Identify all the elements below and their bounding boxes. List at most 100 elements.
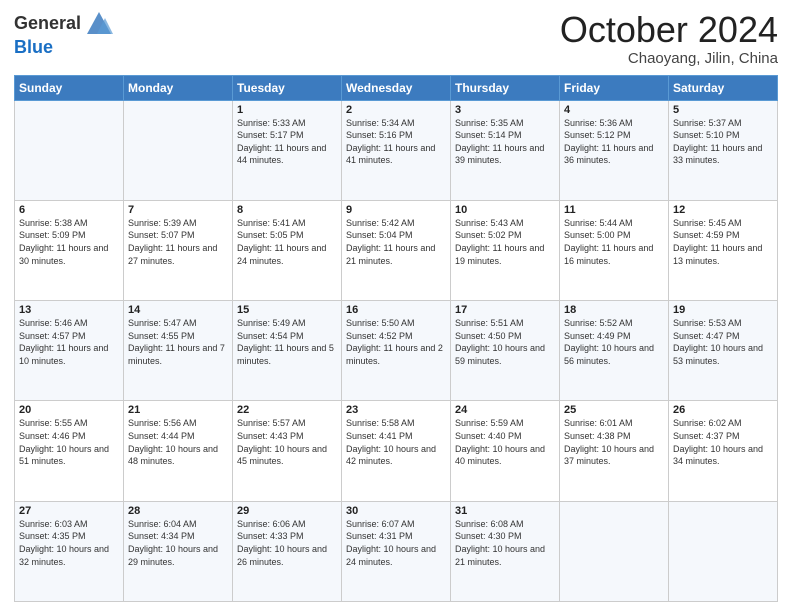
daylight-text: Daylight: 10 hours and 48 minutes.	[128, 444, 218, 467]
calendar-cell: 11 Sunrise: 5:44 AM Sunset: 5:00 PM Dayl…	[560, 200, 669, 300]
sunrise-text: Sunrise: 5:37 AM	[673, 118, 742, 128]
calendar-cell: 13 Sunrise: 5:46 AM Sunset: 4:57 PM Dayl…	[15, 301, 124, 401]
daylight-text: Daylight: 11 hours and 5 minutes.	[237, 343, 334, 366]
daylight-text: Daylight: 10 hours and 29 minutes.	[128, 544, 218, 567]
day-number: 22	[237, 404, 337, 416]
day-number: 18	[564, 304, 664, 316]
calendar-cell: 14 Sunrise: 5:47 AM Sunset: 4:55 PM Dayl…	[124, 301, 233, 401]
sunset-text: Sunset: 5:07 PM	[128, 230, 195, 240]
day-number: 9	[346, 204, 446, 216]
calendar-cell: 6 Sunrise: 5:38 AM Sunset: 5:09 PM Dayli…	[15, 200, 124, 300]
sunrise-text: Sunrise: 5:39 AM	[128, 218, 197, 228]
day-number: 27	[19, 505, 119, 517]
daylight-text: Daylight: 10 hours and 32 minutes.	[19, 544, 109, 567]
day-number: 21	[128, 404, 228, 416]
daylight-text: Daylight: 11 hours and 24 minutes.	[237, 243, 326, 266]
day-number: 5	[673, 104, 773, 116]
calendar-cell: 17 Sunrise: 5:51 AM Sunset: 4:50 PM Dayl…	[451, 301, 560, 401]
calendar-cell: 21 Sunrise: 5:56 AM Sunset: 4:44 PM Dayl…	[124, 401, 233, 501]
daylight-text: Daylight: 11 hours and 44 minutes.	[237, 143, 326, 166]
calendar-cell: 26 Sunrise: 6:02 AM Sunset: 4:37 PM Dayl…	[669, 401, 778, 501]
calendar-cell: 23 Sunrise: 5:58 AM Sunset: 4:41 PM Dayl…	[342, 401, 451, 501]
sunset-text: Sunset: 5:17 PM	[237, 130, 304, 140]
weekday-header-row: Sunday Monday Tuesday Wednesday Thursday…	[15, 75, 778, 100]
daylight-text: Daylight: 11 hours and 19 minutes.	[455, 243, 544, 266]
sunrise-text: Sunrise: 5:44 AM	[564, 218, 633, 228]
sunrise-text: Sunrise: 6:07 AM	[346, 519, 415, 529]
sunset-text: Sunset: 4:35 PM	[19, 531, 86, 541]
sunrise-text: Sunrise: 5:36 AM	[564, 118, 633, 128]
sunset-text: Sunset: 4:49 PM	[564, 331, 631, 341]
header-monday: Monday	[124, 75, 233, 100]
sunrise-text: Sunrise: 5:55 AM	[19, 418, 88, 428]
daylight-text: Daylight: 11 hours and 33 minutes.	[673, 143, 762, 166]
logo-icon	[85, 10, 113, 38]
daylight-text: Daylight: 10 hours and 51 minutes.	[19, 444, 109, 467]
day-number: 17	[455, 304, 555, 316]
day-number: 25	[564, 404, 664, 416]
daylight-text: Daylight: 11 hours and 16 minutes.	[564, 243, 653, 266]
calendar-cell: 20 Sunrise: 5:55 AM Sunset: 4:46 PM Dayl…	[15, 401, 124, 501]
calendar-cell: 15 Sunrise: 5:49 AM Sunset: 4:54 PM Dayl…	[233, 301, 342, 401]
sunset-text: Sunset: 4:41 PM	[346, 431, 413, 441]
day-number: 15	[237, 304, 337, 316]
daylight-text: Daylight: 11 hours and 10 minutes.	[19, 343, 108, 366]
sunset-text: Sunset: 4:38 PM	[564, 431, 631, 441]
daylight-text: Daylight: 10 hours and 26 minutes.	[237, 544, 327, 567]
sunrise-text: Sunrise: 6:04 AM	[128, 519, 197, 529]
calendar-cell: 5 Sunrise: 5:37 AM Sunset: 5:10 PM Dayli…	[669, 100, 778, 200]
logo: General Blue	[14, 10, 113, 58]
calendar-cell: 28 Sunrise: 6:04 AM Sunset: 4:34 PM Dayl…	[124, 501, 233, 601]
sunrise-text: Sunrise: 5:33 AM	[237, 118, 306, 128]
day-number: 10	[455, 204, 555, 216]
sunset-text: Sunset: 4:47 PM	[673, 331, 740, 341]
day-number: 31	[455, 505, 555, 517]
day-number: 23	[346, 404, 446, 416]
calendar-cell	[124, 100, 233, 200]
logo-blue-text: Blue	[14, 38, 113, 58]
calendar-cell: 30 Sunrise: 6:07 AM Sunset: 4:31 PM Dayl…	[342, 501, 451, 601]
sunrise-text: Sunrise: 6:01 AM	[564, 418, 633, 428]
day-number: 26	[673, 404, 773, 416]
day-number: 29	[237, 505, 337, 517]
sunrise-text: Sunrise: 5:34 AM	[346, 118, 415, 128]
daylight-text: Daylight: 11 hours and 30 minutes.	[19, 243, 108, 266]
calendar-cell: 16 Sunrise: 5:50 AM Sunset: 4:52 PM Dayl…	[342, 301, 451, 401]
day-number: 6	[19, 204, 119, 216]
header-friday: Friday	[560, 75, 669, 100]
daylight-text: Daylight: 10 hours and 21 minutes.	[455, 544, 545, 567]
sunrise-text: Sunrise: 5:50 AM	[346, 318, 415, 328]
sunset-text: Sunset: 4:30 PM	[455, 531, 522, 541]
week-row-1: 1 Sunrise: 5:33 AM Sunset: 5:17 PM Dayli…	[15, 100, 778, 200]
sunset-text: Sunset: 5:00 PM	[564, 230, 631, 240]
sunset-text: Sunset: 4:54 PM	[237, 331, 304, 341]
sunrise-text: Sunrise: 5:45 AM	[673, 218, 742, 228]
month-title: October 2024	[560, 10, 778, 50]
title-area: October 2024 Chaoyang, Jilin, China	[560, 10, 778, 67]
calendar-cell: 9 Sunrise: 5:42 AM Sunset: 5:04 PM Dayli…	[342, 200, 451, 300]
daylight-text: Daylight: 11 hours and 27 minutes.	[128, 243, 217, 266]
daylight-text: Daylight: 10 hours and 40 minutes.	[455, 444, 545, 467]
daylight-text: Daylight: 10 hours and 53 minutes.	[673, 343, 763, 366]
sunrise-text: Sunrise: 5:43 AM	[455, 218, 524, 228]
calendar-cell: 24 Sunrise: 5:59 AM Sunset: 4:40 PM Dayl…	[451, 401, 560, 501]
sunrise-text: Sunrise: 5:58 AM	[346, 418, 415, 428]
calendar-cell: 31 Sunrise: 6:08 AM Sunset: 4:30 PM Dayl…	[451, 501, 560, 601]
calendar-cell: 22 Sunrise: 5:57 AM Sunset: 4:43 PM Dayl…	[233, 401, 342, 501]
week-row-2: 6 Sunrise: 5:38 AM Sunset: 5:09 PM Dayli…	[15, 200, 778, 300]
sunrise-text: Sunrise: 5:57 AM	[237, 418, 306, 428]
sunset-text: Sunset: 4:50 PM	[455, 331, 522, 341]
sunset-text: Sunset: 5:09 PM	[19, 230, 86, 240]
sunrise-text: Sunrise: 5:42 AM	[346, 218, 415, 228]
daylight-text: Daylight: 11 hours and 21 minutes.	[346, 243, 435, 266]
sunrise-text: Sunrise: 5:38 AM	[19, 218, 88, 228]
sunset-text: Sunset: 5:12 PM	[564, 130, 631, 140]
day-number: 16	[346, 304, 446, 316]
header-tuesday: Tuesday	[233, 75, 342, 100]
daylight-text: Daylight: 10 hours and 34 minutes.	[673, 444, 763, 467]
sunrise-text: Sunrise: 5:56 AM	[128, 418, 197, 428]
day-number: 30	[346, 505, 446, 517]
daylight-text: Daylight: 11 hours and 36 minutes.	[564, 143, 653, 166]
header-wednesday: Wednesday	[342, 75, 451, 100]
sunset-text: Sunset: 5:04 PM	[346, 230, 413, 240]
